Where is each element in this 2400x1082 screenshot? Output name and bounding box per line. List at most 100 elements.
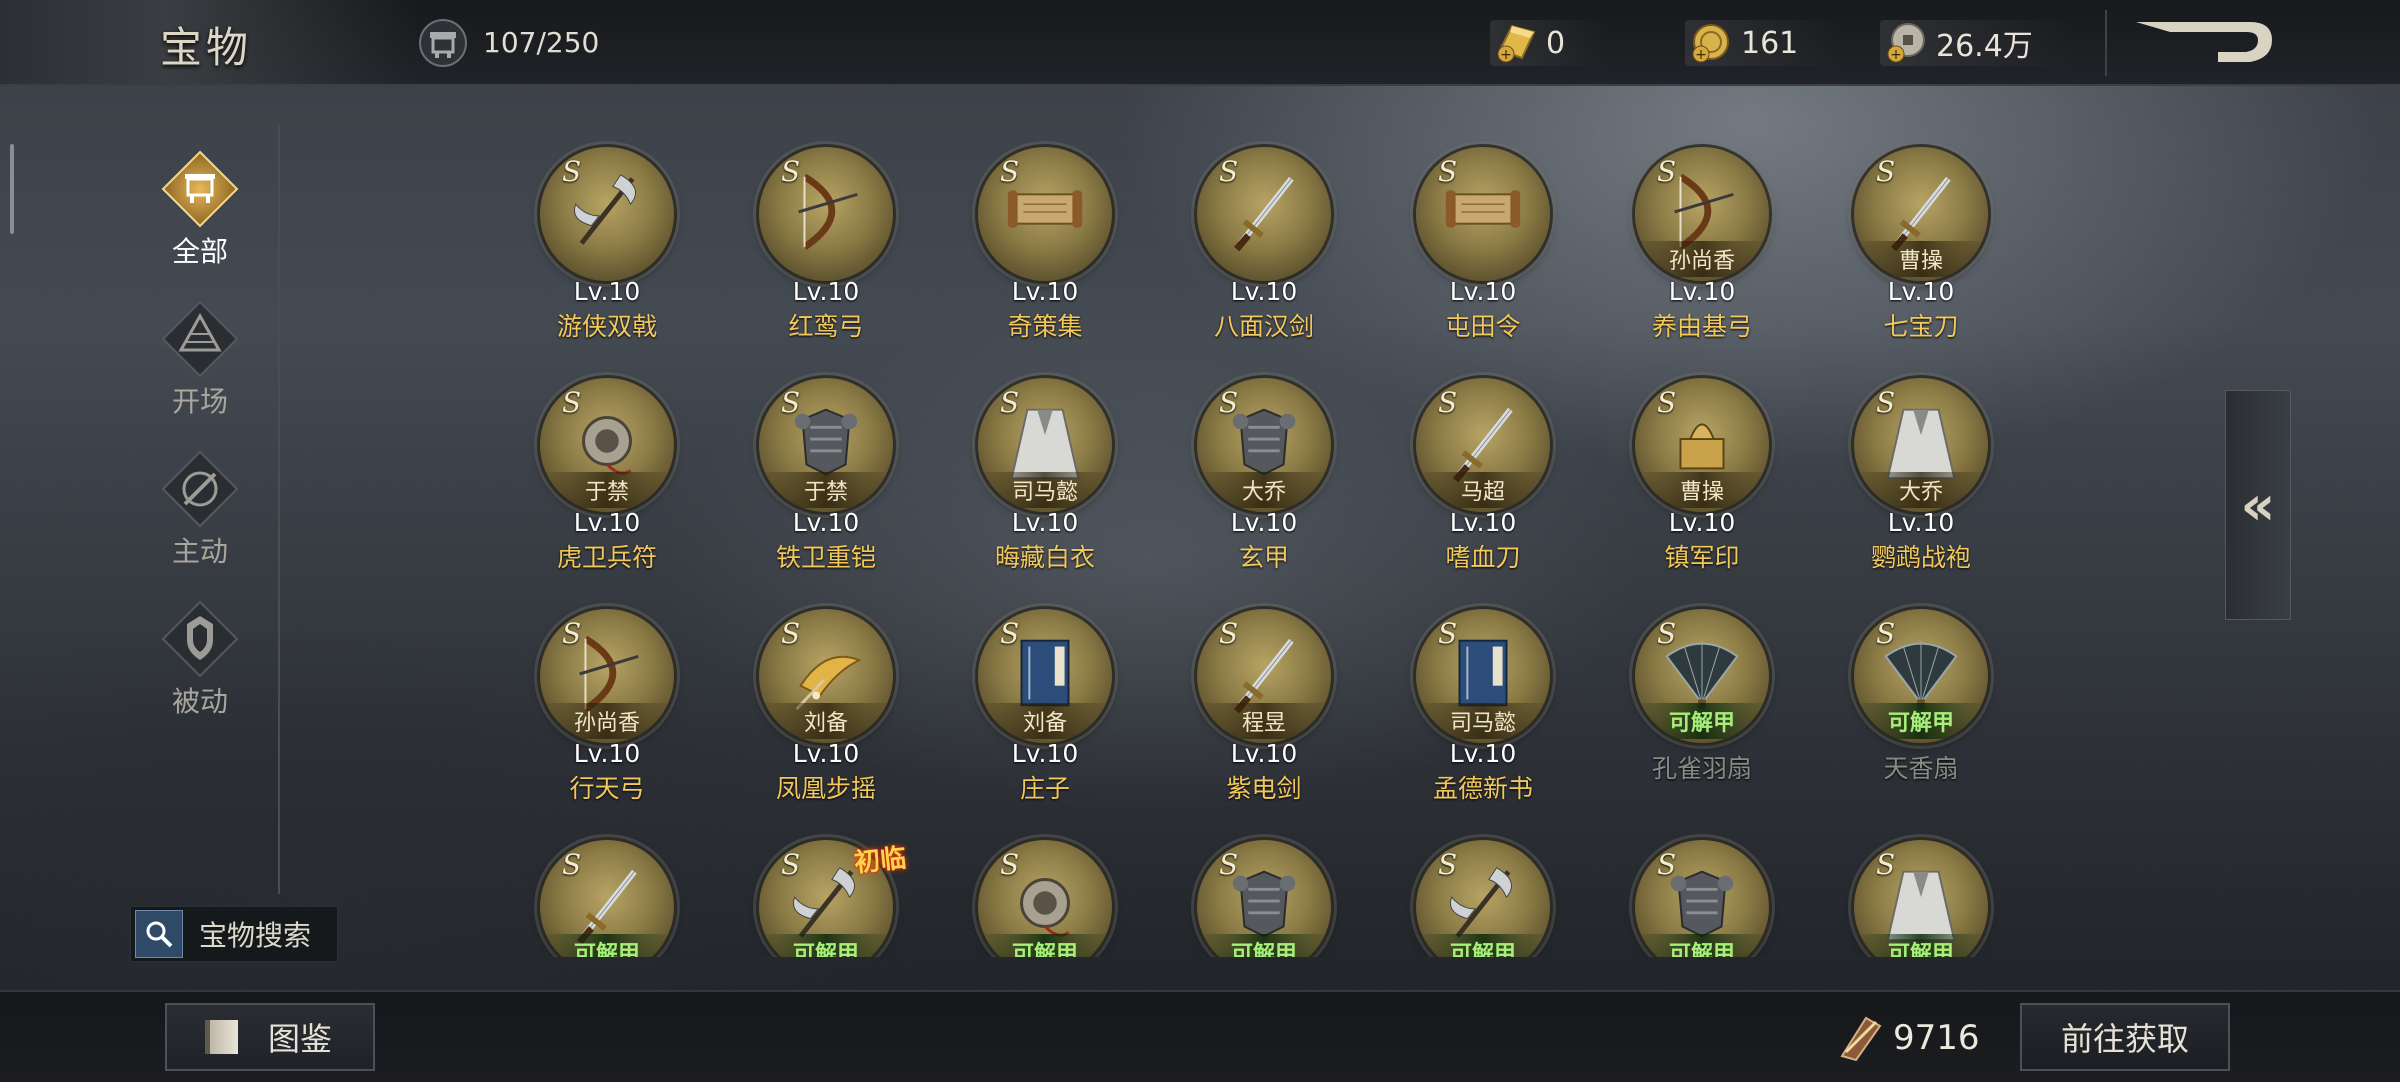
treasure-item[interactable]: S 大乔 Lv.10 玄甲 — [1164, 378, 1364, 598]
treasure-item[interactable]: S Lv.10 屯田令 — [1383, 147, 1583, 367]
treasure-item[interactable]: S 程昱 Lv.10 紫电剑 — [1164, 609, 1364, 829]
page-title: 宝物 — [160, 23, 253, 72]
treasure-item[interactable]: S 可解甲 — [1383, 840, 1583, 957]
treasure-item[interactable]: S 司马懿 Lv.10 晦藏白衣 — [945, 378, 1145, 598]
treasure-medal: S 可解甲 — [1854, 840, 1988, 957]
treasure-name: 游侠双戟 — [556, 312, 657, 341]
treasure-name: 孔雀羽扇 — [1651, 754, 1752, 783]
treasure-item[interactable]: S 刘备 Lv.10 凤凰步摇 — [726, 609, 926, 829]
atlas-button[interactable]: 图鉴 — [165, 1003, 375, 1071]
treasure-item[interactable]: S 可解甲 — [1164, 840, 1364, 957]
treasure-item[interactable]: S 大乔 Lv.10 鹦鹉战袍 — [1821, 378, 2021, 598]
grade-badge: S — [1657, 848, 1677, 881]
treasure-item[interactable]: S 司马懿 Lv.10 孟德新书 — [1383, 609, 1583, 829]
treasure-medal: S 于禁 — [759, 378, 893, 512]
treasure-owner: 刘备 — [759, 703, 893, 739]
passive-skill-icon — [161, 600, 239, 678]
treasure-level: Lv.10 — [573, 739, 641, 768]
grade-badge: S — [1219, 386, 1239, 419]
nav-item-all[interactable]: 全部 — [130, 150, 270, 270]
treasure-name: 玄甲 — [1238, 543, 1289, 572]
treasure-name: 八面汉剑 — [1213, 312, 1314, 341]
top-bar: 宝物 107/250 + 0 + 161 + 26.4万 — [0, 0, 2400, 86]
treasure-item[interactable]: S 曹操 Lv.10 七宝刀 — [1821, 147, 2021, 367]
treasure-owner: 曹操 — [1854, 241, 1988, 277]
dismantle-status: 可解甲 — [1635, 934, 1769, 957]
treasure-name: 紫电剑 — [1226, 774, 1302, 803]
treasure-item[interactable]: S 于禁 Lv.10 铁卫重铠 — [726, 378, 926, 598]
treasure-medal: S 大乔 — [1197, 378, 1331, 512]
treasure-item[interactable]: S 曹操 Lv.10 镇军印 — [1602, 378, 1802, 598]
treasure-shard-icon — [1840, 1016, 1882, 1062]
shard-count: 9716 — [1893, 1018, 1980, 1058]
treasure-level: Lv.10 — [1449, 739, 1517, 768]
gold-coin-currency[interactable]: + 161 — [1685, 20, 1839, 66]
treasure-item[interactable]: S 孙尚香 Lv.10 养由基弓 — [1602, 147, 1802, 367]
treasure-level: Lv.10 — [792, 739, 860, 768]
treasure-item[interactable]: S 刘备 Lv.10 庄子 — [945, 609, 1145, 829]
gold-ingot-currency[interactable]: + 0 — [1490, 20, 1606, 66]
nav-item-opening[interactable]: 开场 — [130, 300, 270, 420]
treasure-medal: S 曹操 — [1854, 147, 1988, 281]
treasure-level: Lv.10 — [1230, 277, 1298, 306]
treasure-medal: S 可解甲 — [1416, 840, 1550, 957]
treasure-item[interactable]: S 可解甲 — [1602, 840, 1802, 957]
treasure-name: 屯田令 — [1445, 312, 1521, 341]
search-icon — [135, 910, 183, 958]
nav-item-active[interactable]: 主动 — [130, 450, 270, 570]
treasure-owner: 于禁 — [540, 472, 674, 508]
treasure-capacity: 107/250 — [483, 26, 600, 59]
opening-icon — [161, 300, 239, 378]
grade-badge: S — [1000, 386, 1020, 419]
dismantle-status: 可解甲 — [1197, 934, 1331, 957]
active-skill-icon — [161, 450, 239, 528]
treasure-medal: S 司马懿 — [1416, 609, 1550, 743]
treasure-medal: S 刘备 — [759, 609, 893, 743]
treasure-medal: S 可解甲 — [1854, 609, 1988, 743]
treasure-item[interactable]: S 可解甲 — [507, 840, 707, 957]
treasure-medal: S — [1197, 147, 1331, 281]
gold-coin-amount: 161 — [1741, 25, 1799, 61]
treasure-name: 孟德新书 — [1432, 774, 1533, 803]
collapse-panel-button[interactable]: « — [2225, 390, 2291, 620]
treasure-level: Lv.10 — [1668, 508, 1736, 537]
treasure-medal: S 可解甲 — [1197, 840, 1331, 957]
gold-coin-icon: + — [1692, 24, 1729, 63]
grade-badge: S — [1219, 848, 1239, 881]
treasure-item[interactable]: S Lv.10 八面汉剑 — [1164, 147, 1364, 367]
copper-coin-amount: 26.4万 — [1936, 29, 2033, 64]
treasure-level: Lv.10 — [1230, 508, 1298, 537]
dismantle-status: 可解甲 — [1416, 934, 1550, 957]
nav-label-all: 全部 — [171, 235, 228, 268]
treasure-item[interactable]: S Lv.10 游侠双戟 — [507, 147, 707, 367]
treasure-item[interactable]: S 可解甲 初临 — [726, 840, 926, 957]
svg-text:+: + — [1695, 47, 1707, 63]
treasure-level: Lv.10 — [792, 277, 860, 306]
treasure-item[interactable]: S Lv.10 奇策集 — [945, 147, 1145, 367]
treasure-owner: 司马懿 — [978, 472, 1112, 508]
grade-badge: S — [1438, 155, 1458, 188]
treasure-item[interactable]: S 孙尚香 Lv.10 行天弓 — [507, 609, 707, 829]
treasure-name: 天香扇 — [1883, 754, 1959, 783]
treasure-owner: 大乔 — [1197, 472, 1331, 508]
back-button[interactable] — [2130, 14, 2280, 74]
dismantle-status: 可解甲 — [759, 934, 893, 957]
go-obtain-button[interactable]: 前往获取 — [2020, 1003, 2230, 1071]
treasure-level: Lv.10 — [1011, 508, 1079, 537]
atlas-label: 图鉴 — [268, 1020, 333, 1058]
divider — [2105, 10, 2107, 76]
treasure-name: 嗜血刀 — [1445, 543, 1521, 572]
nav-item-passive[interactable]: 被动 — [130, 600, 270, 720]
treasure-item[interactable]: S 可解甲 — [1821, 840, 2021, 957]
copper-coin-icon: + — [1887, 23, 1925, 63]
grade-badge: S — [1876, 848, 1896, 881]
treasure-item[interactable]: S 可解甲 孔雀羽扇 — [1602, 609, 1802, 829]
treasure-item[interactable]: S 于禁 Lv.10 虎卫兵符 — [507, 378, 707, 598]
treasure-item[interactable]: S 可解甲天香扇 — [1821, 609, 2021, 829]
treasure-item[interactable]: S 马超 Lv.10 嗜血刀 — [1383, 378, 1583, 598]
gold-ingot-amount: 0 — [1546, 25, 1566, 61]
treasure-item[interactable]: S 可解甲 — [945, 840, 1145, 957]
treasure-item[interactable]: S Lv.10 红鸾弓 — [726, 147, 926, 367]
copper-coin-currency[interactable]: + 26.4万 — [1880, 20, 2073, 66]
treasure-medal: S — [759, 147, 893, 281]
